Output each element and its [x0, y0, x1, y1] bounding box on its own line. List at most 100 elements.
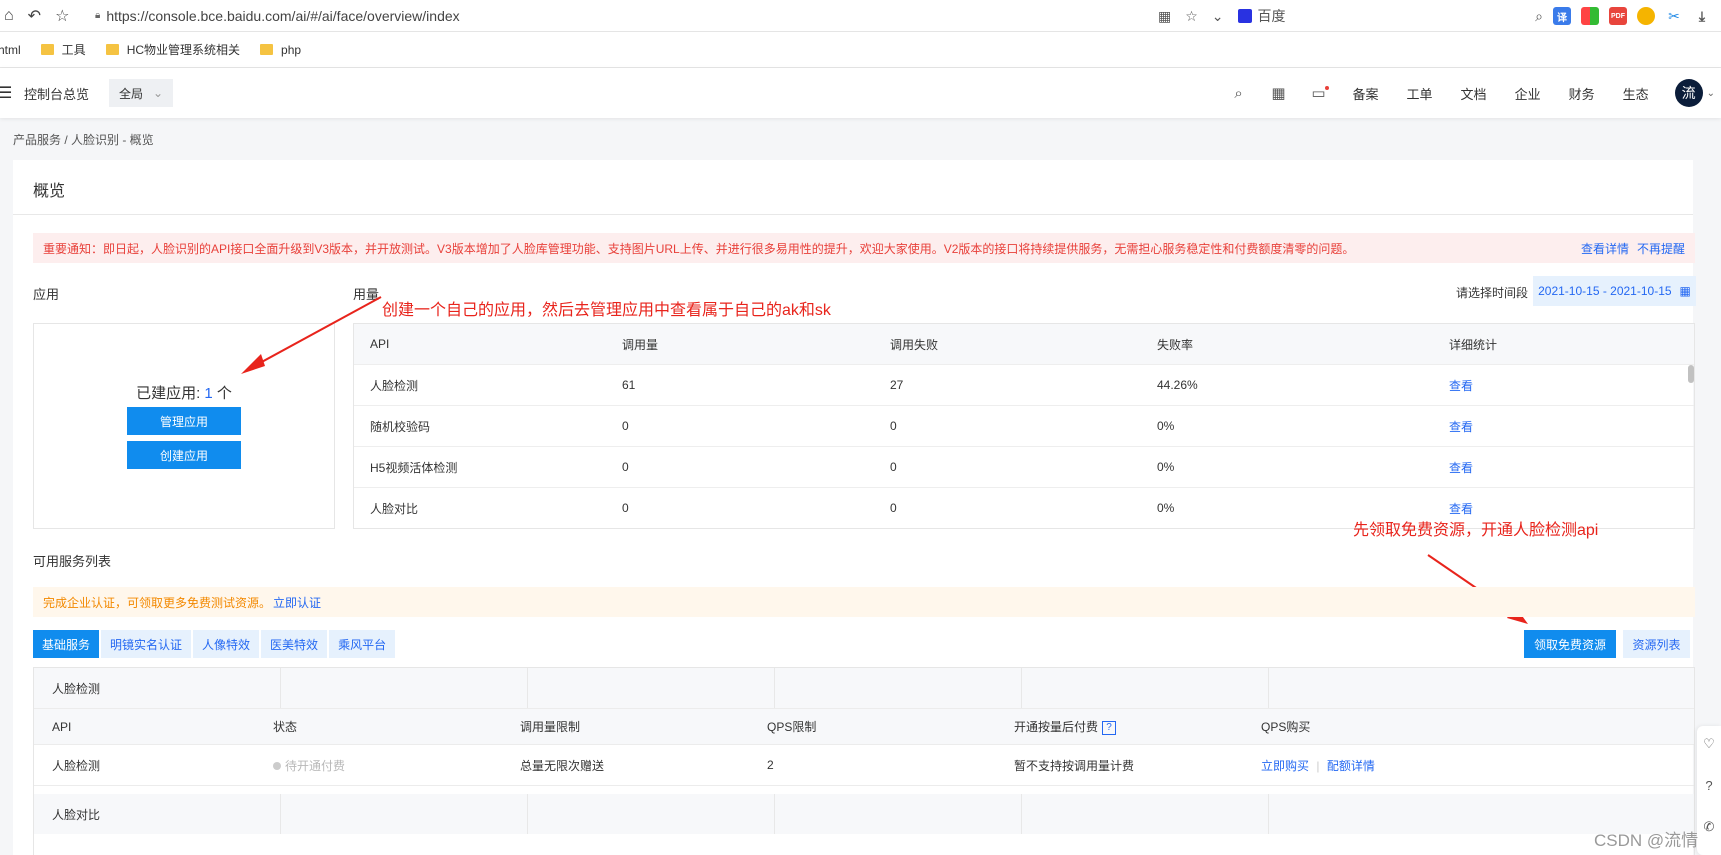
fail-count: 0 [890, 501, 897, 515]
grid-icon[interactable]: ▦ [1259, 84, 1299, 102]
buy-now-link[interactable]: 立即购买 [1261, 759, 1309, 773]
app-count-suffix: 个 [212, 385, 232, 402]
app-count-prefix: 已建应用: [136, 385, 205, 402]
status-text: 待开通付费 [285, 758, 346, 773]
column-header: 调用失败 [890, 337, 939, 352]
bookmark-tools[interactable]: 工具 [40, 41, 86, 58]
region-selector[interactable]: 全局 ⌄ [109, 79, 174, 107]
moon-icon[interactable] [1637, 7, 1655, 25]
postpaid-header-label: 开通按量后付费 [1014, 720, 1099, 734]
tab-portrait-effects[interactable]: 人像特效 [193, 630, 260, 658]
resource-list-button[interactable]: 资源列表 [1623, 630, 1690, 658]
call-count: 0 [622, 460, 629, 474]
notice-detail-link[interactable]: 查看详情 [1581, 240, 1629, 257]
bookmark-html[interactable]: html [0, 43, 21, 57]
certify-now-link[interactable]: 立即认证 [273, 594, 321, 611]
view-stats-link[interactable]: 查看 [1449, 418, 1473, 435]
status-badge: 待开通付费 [273, 757, 345, 774]
heart-icon[interactable]: ♡ [1703, 736, 1715, 752]
folder-icon [40, 44, 54, 55]
fail-rate: 0% [1157, 501, 1175, 515]
favorite-icon[interactable]: ☆ [1185, 8, 1198, 25]
annotation-free-resource: 先领取免费资源，开通人脸检测api [1353, 522, 1599, 539]
tab-medical-beauty[interactable]: 医美特效 [261, 630, 328, 658]
tab-real-name-auth[interactable]: 明镜实名认证 [101, 630, 192, 658]
notice-dismiss-link[interactable]: 不再提醒 [1637, 240, 1685, 257]
date-range-picker[interactable]: 2021-10-15 - 2021-10-15 ▦ [1533, 276, 1696, 306]
api-name: 人脸检测 [52, 758, 101, 773]
create-app-button[interactable]: 创建应用 [127, 441, 241, 469]
certification-banner: 完成企业认证，可领取更多免费测试资源。 立即认证 [33, 587, 1695, 617]
manage-apps-button[interactable]: 管理应用 [127, 407, 241, 435]
divider [1021, 668, 1022, 708]
translate-icon[interactable]: 译 [1553, 7, 1571, 25]
divider [280, 668, 281, 708]
search-icon[interactable]: ⌕ [1219, 85, 1259, 102]
nav-link-docs[interactable]: 文档 [1461, 84, 1487, 103]
date-range-value: 2021-10-15 - 2021-10-15 [1538, 284, 1672, 298]
bookmark-hc[interactable]: HC物业管理系统相关 [105, 41, 240, 58]
browser-toolbar: ⌂ ↶ ☆ 🔒︎ https://console.bce.baidu.com/a… [0, 0, 1721, 32]
nav-link-finance[interactable]: 财务 [1569, 84, 1595, 103]
download-icon[interactable]: ⤓ [1693, 7, 1711, 25]
pdf-icon[interactable]: PDF [1609, 7, 1627, 25]
tab-basic-services[interactable]: 基础服务 [33, 630, 100, 658]
chevron-down-icon: ⌄ [153, 86, 164, 100]
nav-link-ecosystem[interactable]: 生态 [1623, 84, 1649, 103]
table-scrollbar[interactable] [1688, 365, 1694, 383]
breadcrumb: 产品服务 / 人脸识别 - 概览 [13, 133, 154, 147]
nav-link-ticket[interactable]: 工单 [1407, 84, 1433, 103]
view-stats-link[interactable]: 查看 [1449, 500, 1473, 517]
fail-count: 0 [890, 460, 897, 474]
paw-icon [1237, 9, 1252, 23]
cert-text: 完成企业认证，可领取更多免费测试资源。 [43, 595, 272, 610]
browser-extensions: ⌕ 译 PDF ✂ ⤓ [1535, 0, 1711, 32]
column-header: API [52, 719, 72, 734]
folder-icon [260, 44, 274, 55]
app-count: 已建应用: 1 个 [34, 382, 334, 403]
fail-rate: 44.26% [1157, 378, 1198, 392]
api-name: 人脸检测 [370, 378, 419, 393]
bookmark-php[interactable]: php [260, 43, 301, 57]
claim-free-resource-button[interactable]: 领取免费资源 [1524, 630, 1616, 658]
phone-icon[interactable]: ✆ [1704, 819, 1715, 835]
search-icon[interactable]: ⌕ [1535, 8, 1543, 25]
annotation-create-app: 创建一个自己的应用，然后去管理应用中查看属于自己的ak和sk [382, 302, 831, 319]
divider [527, 668, 528, 708]
chevron-down-icon[interactable]: ⌄ [1212, 8, 1224, 25]
fail-count: 0 [890, 419, 897, 433]
quota-detail-link[interactable]: 配额详情 [1327, 759, 1375, 773]
table-row: 人脸检测 61 27 44.26% 查看 [354, 365, 1694, 406]
apps-icon[interactable] [1581, 7, 1599, 25]
avatar[interactable]: 流 [1674, 79, 1703, 107]
tab-chengfeng-platform[interactable]: 乘风平台 [329, 630, 396, 658]
calendar-icon: ▦ [1679, 284, 1691, 298]
help-circle-icon[interactable]: ? [1705, 778, 1712, 793]
browser-nav: ⌂ ↶ ☆ [0, 6, 95, 26]
star-icon[interactable]: ☆ [55, 6, 69, 26]
column-header: 调用量 [622, 337, 659, 352]
address-bar[interactable]: 🔒︎ https://console.bce.baidu.com/ai/#/ai… [95, 8, 460, 24]
fail-rate: 0% [1157, 460, 1175, 474]
qr-code-icon[interactable]: ▦ [1158, 8, 1171, 25]
help-icon[interactable]: ? [1102, 720, 1117, 735]
view-stats-link[interactable]: 查看 [1449, 459, 1473, 476]
call-count: 0 [622, 419, 629, 433]
home-icon[interactable]: ⌂ [4, 7, 14, 25]
view-stats-link[interactable]: 查看 [1449, 377, 1473, 394]
nav-link-enterprise[interactable]: 企业 [1515, 84, 1541, 103]
bookmark-label: html [0, 42, 21, 57]
message-icon[interactable]: ▭ [1299, 84, 1339, 102]
nav-link-beian[interactable]: 备案 [1353, 84, 1379, 103]
floating-side-toolbar: ♡ ? ✆ [1697, 726, 1721, 855]
bookmark-label: php [281, 42, 302, 57]
console-overview-link[interactable]: 控制台总览 [24, 84, 89, 103]
hamburger-icon[interactable]: ☰ [0, 83, 12, 103]
qps-limit: 2 [767, 758, 774, 772]
scissors-icon[interactable]: ✂ [1665, 7, 1683, 25]
column-header: QPS限制 [767, 720, 817, 734]
back-icon[interactable]: ↶ [28, 6, 41, 26]
search-engine[interactable]: 百度 [1237, 6, 1286, 26]
chevron-down-icon[interactable]: ⌄ [1707, 88, 1715, 99]
column-header: 状态 [273, 720, 298, 734]
